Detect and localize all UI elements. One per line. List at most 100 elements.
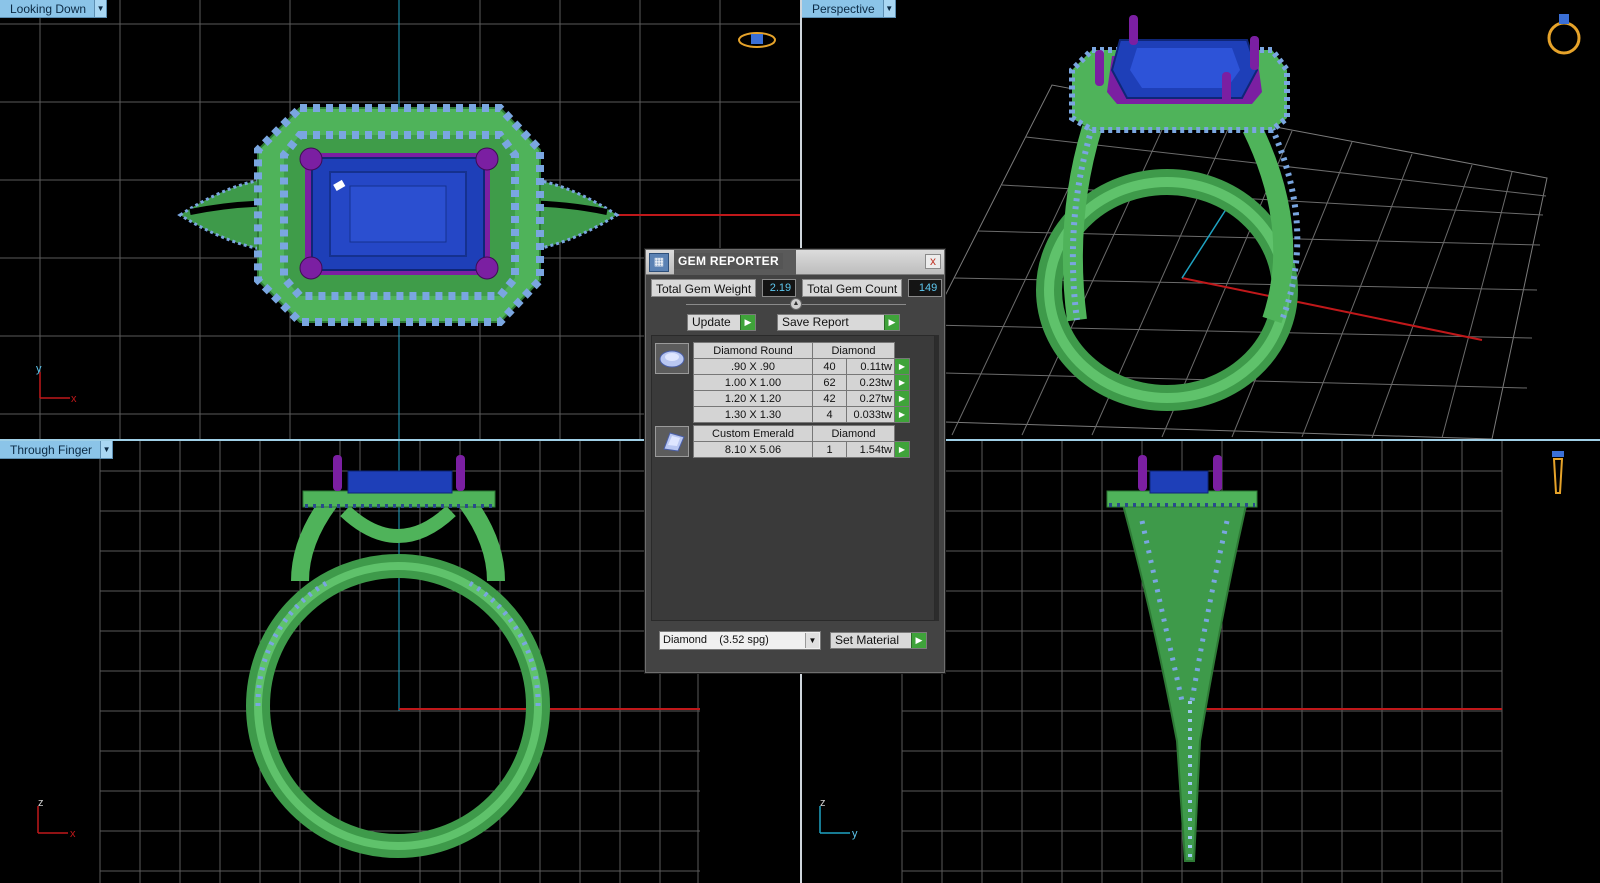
- viewport-label-perspective[interactable]: Perspective ▼: [802, 0, 896, 18]
- material-select-value: Diamond (3.52 spg): [663, 634, 769, 646]
- chevron-down-icon[interactable]: ▼: [100, 441, 113, 458]
- table-row[interactable]: 1.30 X 1.30 4 0.033tw ▶: [693, 406, 910, 423]
- prong: [299, 147, 323, 171]
- round-gem-icon[interactable]: [655, 343, 689, 374]
- prong: [1095, 50, 1104, 86]
- gem-reporter-icon: ▦: [649, 253, 669, 272]
- gem-size: .90 X .90: [693, 358, 813, 375]
- axis-label-z: z: [820, 797, 826, 809]
- select-row-arrow-icon[interactable]: ▶: [894, 374, 910, 391]
- group-material: Diamond: [812, 342, 895, 359]
- table-row[interactable]: 1.20 X 1.20 42 0.27tw ▶: [693, 390, 910, 407]
- prong: [475, 147, 499, 171]
- gem-count: 4: [812, 406, 847, 423]
- update-button[interactable]: Update ▶: [687, 314, 756, 331]
- ring-side: [1121, 500, 1248, 862]
- viewport-label-looking-down[interactable]: Looking Down ▼: [0, 0, 108, 18]
- view-cube-ring-icon[interactable]: [1547, 14, 1581, 55]
- view-cube-ring-icon[interactable]: [1552, 451, 1564, 494]
- chevron-down-icon[interactable]: ▼: [882, 0, 895, 17]
- select-row-arrow-icon[interactable]: ▶: [894, 358, 910, 375]
- prong: [333, 455, 342, 491]
- gem-reporter-panel: ▦ GEM REPORTER x Total Gem Weight 2.19 T…: [645, 249, 945, 673]
- gem-group-round: Diamond Round Diamond .90 X .90 40 0.11t…: [693, 342, 910, 423]
- gem-size: 1.00 X 1.00: [693, 374, 813, 391]
- x-axis-line: [1181, 277, 1483, 341]
- axis-label-z: z: [38, 797, 44, 809]
- gem-group-emerald: Custom Emerald Diamond 8.10 X 5.06 1 1.5…: [693, 425, 910, 458]
- axis-label-x: x: [71, 393, 77, 405]
- material-select[interactable]: Diamond (3.52 spg) ▼: [659, 631, 821, 650]
- view-cube-ring-icon[interactable]: [738, 32, 776, 48]
- prong: [1213, 455, 1222, 491]
- list-scrollbar[interactable]: [935, 335, 939, 621]
- prong: [1138, 455, 1147, 491]
- gem-weight: 0.11tw: [846, 358, 895, 375]
- y-axis-line: [1181, 199, 1233, 279]
- axis-tripod: [819, 806, 850, 834]
- axis-label-y: y: [852, 828, 858, 840]
- play-arrow-icon: ▶: [884, 315, 899, 330]
- select-row-arrow-icon[interactable]: ▶: [894, 406, 910, 423]
- prong: [1250, 36, 1259, 70]
- shank-split-left: [291, 495, 338, 582]
- total-weight-value: 2.19: [762, 279, 797, 297]
- gem-weight: 0.27tw: [846, 390, 895, 407]
- totals-row: Total Gem Weight 2.19 Total Gem Count 14…: [651, 279, 943, 297]
- prong: [1222, 72, 1231, 104]
- save-report-button-label: Save Report: [782, 315, 849, 329]
- update-button-label: Update: [692, 315, 731, 329]
- gallery: [340, 505, 456, 543]
- center-stone-facet: [349, 185, 447, 243]
- play-arrow-icon: ▶: [740, 315, 755, 330]
- table-row[interactable]: 8.10 X 5.06 1 1.54tw ▶: [693, 441, 910, 458]
- set-material-button-label: Set Material: [835, 633, 900, 647]
- table-header: Diamond Round Diamond: [693, 342, 910, 359]
- play-arrow-icon: ▶: [911, 633, 926, 648]
- table-row[interactable]: 1.00 X 1.00 62 0.23tw ▶: [693, 374, 910, 391]
- viewport-label-text[interactable]: Perspective: [802, 0, 883, 17]
- viewport-label-through-finger[interactable]: Through Finger ▼: [0, 441, 114, 459]
- gem-weight: 1.54tw: [846, 441, 895, 458]
- prong: [456, 455, 465, 491]
- save-report-button[interactable]: Save Report ▶: [777, 314, 900, 331]
- prong: [299, 256, 323, 280]
- gem-size: 1.30 X 1.30: [693, 406, 813, 423]
- group-shape: Diamond Round: [693, 342, 813, 359]
- gem-weight: 0.23tw: [846, 374, 895, 391]
- collapse-icon[interactable]: ▲: [790, 298, 802, 310]
- table-header: Custom Emerald Diamond: [693, 425, 910, 442]
- gem-count: 62: [812, 374, 847, 391]
- gem-count: 42: [812, 390, 847, 407]
- table-row[interactable]: .90 X .90 40 0.11tw ▶: [693, 358, 910, 375]
- set-material-button[interactable]: Set Material ▶: [830, 632, 927, 649]
- axis-tripod: [37, 806, 68, 834]
- panel-titlebar[interactable]: ▦ GEM REPORTER x: [646, 250, 944, 275]
- shank-split-right: [458, 495, 505, 582]
- total-count-value: 149: [908, 279, 943, 297]
- gem-list[interactable]: Diamond Round Diamond .90 X .90 40 0.11t…: [651, 335, 935, 621]
- gem-size: 8.10 X 5.06: [693, 441, 813, 458]
- gem-size: 1.20 X 1.20: [693, 390, 813, 407]
- prong: [1129, 15, 1138, 45]
- axis-tripod: [39, 372, 70, 399]
- chevron-down-icon[interactable]: ▼: [94, 0, 107, 17]
- panel-title: GEM REPORTER: [674, 253, 783, 269]
- axis-label-x: x: [70, 828, 76, 840]
- viewport-label-text[interactable]: Looking Down: [0, 0, 94, 17]
- center-stone: [1149, 470, 1209, 494]
- select-row-arrow-icon[interactable]: ▶: [894, 390, 910, 407]
- gem-weight: 0.033tw: [846, 406, 895, 423]
- close-icon[interactable]: x: [925, 254, 941, 269]
- center-stone: [347, 470, 453, 494]
- total-count-label: Total Gem Count: [802, 279, 903, 297]
- emerald-gem-icon[interactable]: [655, 426, 689, 457]
- gem-count: 40: [812, 358, 847, 375]
- viewport-label-text[interactable]: Through Finger: [0, 441, 100, 458]
- total-weight-label: Total Gem Weight: [651, 279, 757, 297]
- chevron-down-icon[interactable]: ▼: [805, 633, 819, 648]
- select-row-arrow-icon[interactable]: ▶: [894, 441, 910, 458]
- axis-label-y: y: [36, 363, 42, 375]
- gem-count: 1: [812, 441, 847, 458]
- prong: [475, 256, 499, 280]
